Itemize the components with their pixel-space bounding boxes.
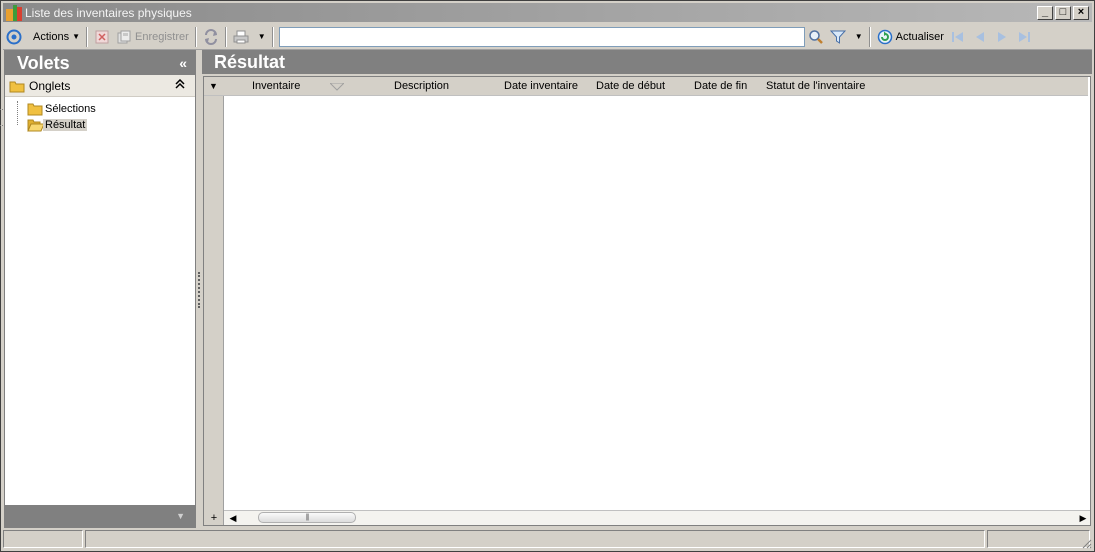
- actions-menu-button[interactable]: Actions ▼: [25, 26, 83, 48]
- collapse-panel-icon[interactable]: «: [179, 55, 187, 71]
- chevron-down-icon[interactable]: ▼: [176, 511, 185, 521]
- target-circle-icon: [6, 29, 22, 45]
- first-page-icon: [950, 29, 966, 45]
- sync-button[interactable]: [200, 26, 222, 48]
- delete-button[interactable]: [91, 26, 113, 48]
- printer-icon: [233, 29, 249, 45]
- add-row-icon[interactable]: +: [208, 512, 220, 524]
- open-folder-icon: [27, 117, 43, 133]
- tree-item-result[interactable]: Résultat: [0, 117, 195, 133]
- panes-footer[interactable]: ▼: [5, 505, 195, 527]
- tabs-group-label: Onglets: [29, 78, 71, 93]
- filter-icon: [829, 29, 846, 45]
- column-header-status[interactable]: Statut de l'inventaire: [766, 80, 865, 92]
- folder-icon: [27, 101, 43, 117]
- options-button[interactable]: [3, 26, 25, 48]
- toolbar-separator: [194, 26, 197, 47]
- toolbar-separator: [868, 26, 871, 47]
- column-header-start-date[interactable]: Date de début: [596, 80, 665, 92]
- result-title: Résultat: [214, 51, 286, 72]
- app-logo-icon: [6, 4, 22, 21]
- print-button[interactable]: ▼: [230, 26, 269, 48]
- previous-record-button[interactable]: [969, 26, 991, 48]
- minimize-button[interactable]: _: [1037, 5, 1053, 20]
- panes-panel: Volets « Onglets Sélections Résultat ▼: [0, 50, 196, 528]
- toolbar-separator: [224, 26, 227, 47]
- next-icon: [994, 29, 1010, 45]
- filter-button[interactable]: ▼: [827, 26, 866, 48]
- next-record-button[interactable]: [991, 26, 1013, 48]
- sort-descending-icon[interactable]: [328, 82, 346, 94]
- grid-header-row: ▼ Inventaire Description Date inventaire…: [204, 77, 1088, 96]
- chevron-down-icon: ▼: [72, 32, 80, 41]
- toolbar-separator: [271, 26, 274, 47]
- status-cell: [85, 530, 985, 548]
- status-cell: [987, 530, 1090, 548]
- double-chevron-up-icon[interactable]: [175, 78, 185, 92]
- delete-icon: [94, 29, 110, 45]
- panes-title: Volets: [17, 52, 70, 73]
- tree-item-label: Sélections: [45, 103, 96, 115]
- search-button[interactable]: [805, 26, 827, 48]
- panes-header: Volets «: [5, 51, 195, 75]
- last-page-icon: [1016, 29, 1032, 45]
- resize-grip-icon[interactable]: [1080, 537, 1092, 549]
- column-header-inventory[interactable]: Inventaire: [252, 80, 300, 92]
- tabs-group-header[interactable]: Onglets: [5, 75, 195, 97]
- scrollbar-thumb[interactable]: |||: [258, 512, 356, 523]
- horizontal-scrollbar[interactable]: ◀ ||| ▶: [224, 510, 1090, 525]
- first-record-button[interactable]: [947, 26, 969, 48]
- close-button[interactable]: ×: [1073, 5, 1089, 20]
- chevron-down-icon[interactable]: ▼: [855, 32, 863, 41]
- tree-connector: [0, 109, 5, 110]
- folder-icon: [9, 78, 25, 94]
- tree-item-selections[interactable]: Sélections: [0, 101, 195, 117]
- chevron-down-icon[interactable]: ▼: [258, 32, 266, 41]
- column-chooser-icon[interactable]: ▼: [209, 81, 218, 91]
- column-header-inventory-date[interactable]: Date inventaire: [504, 80, 578, 92]
- search-input[interactable]: [278, 26, 805, 47]
- tree-connector: [0, 125, 5, 126]
- save-label: Enregistrer: [135, 30, 189, 43]
- tree-item-label: Résultat: [43, 119, 88, 131]
- splitter-grip[interactable]: [198, 272, 200, 308]
- result-panel: Résultat ▼ Inventaire Description Date i…: [202, 50, 1092, 528]
- refresh-label: Actualiser: [895, 30, 944, 43]
- status-bar: [3, 530, 1092, 550]
- save-button[interactable]: Enregistrer: [113, 26, 192, 48]
- status-cell: [3, 530, 83, 548]
- toolbar-separator: [86, 26, 88, 47]
- refresh-icon: [877, 29, 893, 45]
- save-icon: [116, 29, 132, 45]
- search-icon: [808, 29, 824, 45]
- refresh-button[interactable]: Actualiser: [874, 26, 947, 48]
- scroll-left-icon[interactable]: ◀: [226, 511, 240, 525]
- result-header: Résultat: [202, 50, 1092, 74]
- maximize-button[interactable]: □: [1055, 5, 1071, 20]
- column-header-description[interactable]: Description: [394, 80, 449, 92]
- results-grid: ▼ Inventaire Description Date inventaire…: [203, 76, 1091, 526]
- tabs-tree: Sélections Résultat: [0, 97, 195, 133]
- last-record-button[interactable]: [1013, 26, 1035, 48]
- sync-icon: [203, 28, 219, 45]
- scroll-right-icon[interactable]: ▶: [1076, 511, 1090, 525]
- row-header-column: [204, 77, 224, 525]
- toolbar: Actions ▼ Enregistrer ▼ ▼ Actualiser: [3, 24, 1092, 50]
- app-window: Liste des inventaires physiques _ □ × Ac…: [0, 0, 1095, 552]
- window-title: Liste des inventaires physiques: [25, 5, 192, 20]
- actions-label: Actions: [33, 30, 70, 43]
- title-bar[interactable]: Liste des inventaires physiques _ □ ×: [3, 3, 1092, 22]
- column-header-end-date[interactable]: Date de fin: [694, 80, 747, 92]
- previous-icon: [972, 29, 988, 45]
